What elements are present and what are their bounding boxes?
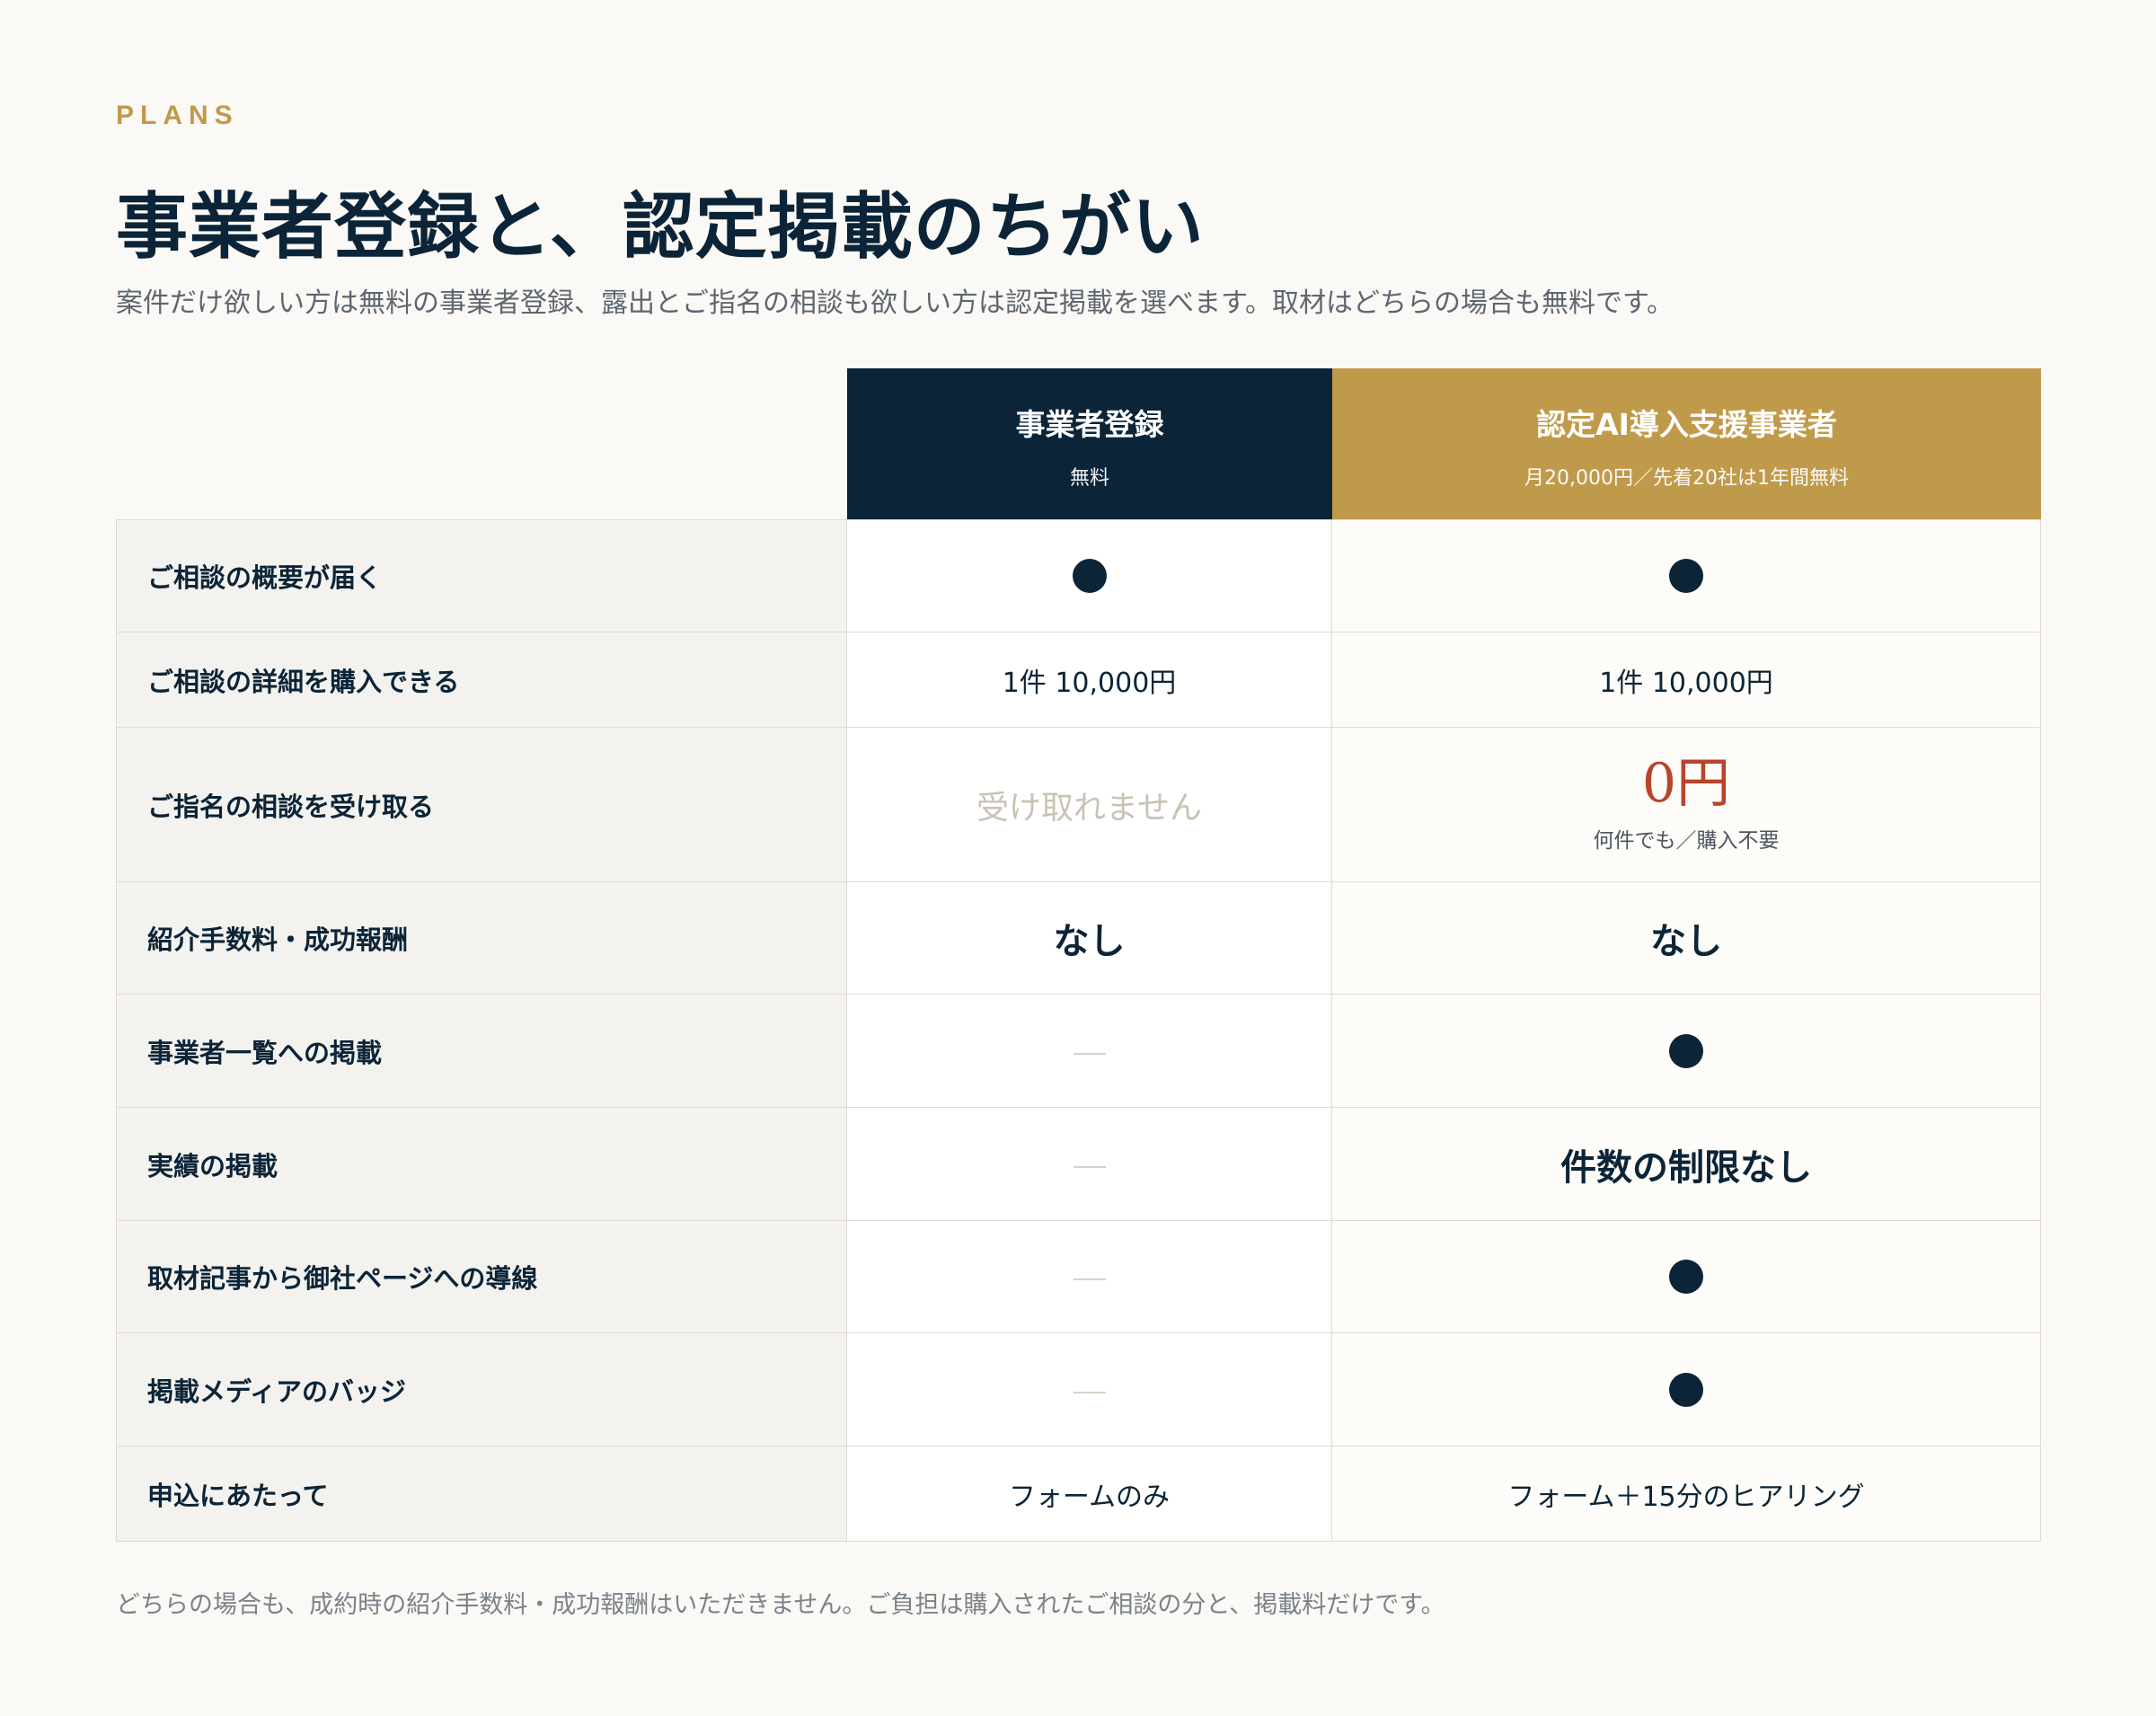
row-label: ご指名の相談を受け取る (116, 728, 847, 881)
cell-certified-plan (1332, 995, 2041, 1107)
dash-icon (1073, 1052, 1106, 1055)
cell-certified-plan: 件数の制限なし (1332, 1108, 2041, 1220)
row-label: 申込にあたって (116, 1446, 847, 1541)
table-row: 取材記事から御社ページへの導線 (116, 1221, 2041, 1333)
cell-certified-plan: なし (1332, 882, 2041, 994)
table-row: 掲載メディアのバッジ (116, 1333, 2041, 1446)
cell-free-plan (847, 1108, 1332, 1220)
row-label: ご相談の概要が届く (116, 520, 847, 632)
cell-free-plan (847, 995, 1332, 1107)
cell-free-plan: フォームのみ (847, 1446, 1332, 1541)
table-body: ご相談の概要が届く ご相談の詳細を購入できる 1件 10,000円 1件 10,000… (116, 519, 2041, 1542)
plan-name: 事業者登録 (1015, 407, 1164, 442)
price-note: 何件でも／購入不要 (1593, 828, 1780, 853)
price-value: 0円 (1641, 751, 1731, 815)
footnote: どちらの場合も、成約時の紹介手数料・成功報酬はいただきません。ご負担は購入された… (116, 1591, 1445, 1619)
cell-value: なし (1650, 921, 1722, 962)
cell-certified-plan (1332, 1221, 2041, 1332)
row-label: ご相談の詳細を購入できる (116, 632, 847, 727)
table-row: 紹介手数料・成功報酬 なし なし (116, 882, 2041, 995)
cell-certified-plan (1332, 1333, 2041, 1446)
cell-certified-plan: 0円何件でも／購入不要 (1332, 728, 2041, 881)
table-header-row: 事業者登録 無料 認定AI導入支援事業者 月20,000円／先着20社は1年間無… (116, 368, 2041, 519)
comparison-table: 事業者登録 無料 認定AI導入支援事業者 月20,000円／先着20社は1年間無… (116, 368, 2041, 1542)
cell-free-plan: 1件 10,000円 (847, 632, 1332, 727)
dash-icon (1073, 1278, 1106, 1280)
cell-value: なし (1053, 921, 1126, 962)
cell-certified-plan (1332, 520, 2041, 632)
cell-value: 1件 10,000円 (1002, 667, 1177, 699)
check-dot-icon (1669, 1033, 1703, 1068)
check-dot-icon (1669, 1260, 1703, 1294)
table-row: ご相談の概要が届く (116, 520, 2041, 632)
check-dot-icon (1669, 559, 1703, 593)
cell-value: フォーム＋15分のヒアリング (1507, 1481, 1865, 1513)
section-eyebrow: PLANS (116, 101, 239, 130)
lead-text: 案件だけ欲しい方は無料の事業者登録、露出とご指名の相談も欲しい方は認定掲載を選べ… (116, 287, 1674, 319)
cell-certified-plan: フォーム＋15分のヒアリング (1332, 1446, 2041, 1541)
cell-free-plan: 受け取れません (847, 728, 1332, 881)
dash-icon (1073, 1391, 1106, 1393)
row-label: 紹介手数料・成功報酬 (116, 882, 847, 994)
cell-value: 受け取れません (976, 789, 1202, 827)
plan-price: 無料 (1069, 467, 1109, 490)
cell-free-plan (847, 1333, 1332, 1446)
plan-header-free: 事業者登録 無料 (847, 368, 1332, 519)
cell-certified-plan: 1件 10,000円 (1332, 632, 2041, 727)
table-row: 実績の掲載 件数の制限なし (116, 1108, 2041, 1221)
table-row: 申込にあたって フォームのみ フォーム＋15分のヒアリング (116, 1446, 2041, 1542)
cell-free-plan: なし (847, 882, 1332, 994)
page-title: 事業者登録と、認定掲載のちがい (116, 184, 1205, 269)
plan-name: 認定AI導入支援事業者 (1536, 407, 1837, 442)
cell-value: 件数の制限なし (1560, 1146, 1812, 1189)
cell-free-plan (847, 520, 1332, 632)
row-label: 掲載メディアのバッジ (116, 1333, 847, 1446)
cell-free-plan (847, 1221, 1332, 1332)
table-row: 事業者一覧への掲載 (116, 995, 2041, 1108)
dash-icon (1073, 1165, 1106, 1168)
row-label: 実績の掲載 (116, 1108, 847, 1220)
cell-value: 1件 10,000円 (1599, 667, 1773, 699)
table-row: ご指名の相談を受け取る 受け取れません 0円何件でも／購入不要 (116, 728, 2041, 882)
row-label: 事業者一覧への掲載 (116, 995, 847, 1107)
check-dot-icon (1669, 1372, 1703, 1407)
check-dot-icon (1072, 559, 1107, 593)
cell-value: フォームのみ (1008, 1481, 1171, 1513)
row-label: 取材記事から御社ページへの導線 (116, 1221, 847, 1332)
table-row: ご相談の詳細を購入できる 1件 10,000円 1件 10,000円 (116, 632, 2041, 728)
plan-price: 月20,000円／先着20社は1年間無料 (1524, 467, 1849, 490)
plan-header-certified: 認定AI導入支援事業者 月20,000円／先着20社は1年間無料 (1332, 368, 2041, 519)
